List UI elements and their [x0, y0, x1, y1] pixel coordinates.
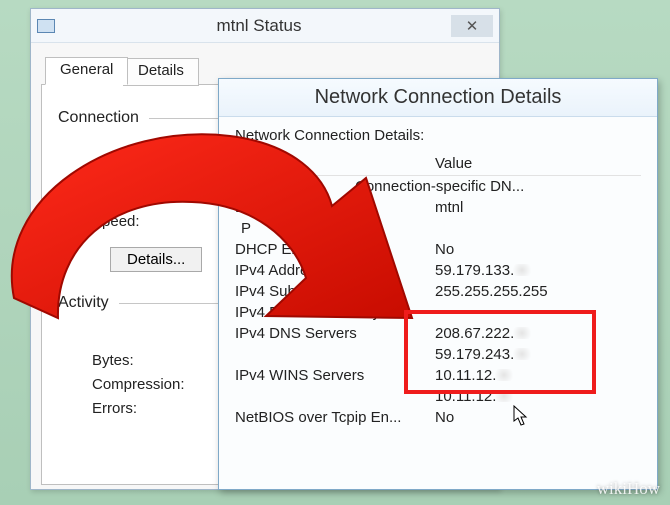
detail-row[interactable]: NetBIOS over Tcpip En... No [235, 407, 641, 428]
details-list-label: Network Connection Details: [235, 127, 641, 144]
redacted [511, 327, 533, 339]
detail-row[interactable]: Description mtnl [235, 197, 641, 218]
redacted [511, 264, 533, 276]
tab-details[interactable]: Details [123, 58, 199, 86]
redacted [511, 348, 533, 360]
watermark: wikiHow [597, 479, 660, 499]
detail-row[interactable]: DHCP Enabled No [235, 239, 641, 260]
detail-row[interactable]: IPv4 Address 59.179.133. [235, 260, 641, 281]
detail-row[interactable]: IPv4 Default Gateway [235, 302, 641, 323]
detail-row[interactable]: IPv4 Subnet Mask 255.255.255.255 [235, 281, 641, 302]
details-title[interactable]: Network Connection Details [219, 79, 657, 117]
tab-general[interactable]: General [45, 57, 128, 85]
detail-row[interactable]: 10.11.12. [235, 386, 641, 407]
system-icon [37, 19, 55, 33]
redacted [493, 369, 515, 381]
detail-row[interactable]: IPv4 WINS Servers 10.11.12. [235, 365, 641, 386]
detail-row[interactable]: Connection-specific DN... [235, 176, 641, 197]
header-property: Property [235, 155, 435, 172]
detail-row[interactable]: P [235, 218, 641, 239]
details-window: Network Connection Details Network Conne… [218, 78, 658, 490]
status-titlebar[interactable]: mtnl Status ✕ [31, 9, 499, 43]
status-title: mtnl Status [67, 16, 451, 36]
close-icon: ✕ [466, 17, 479, 35]
details-button[interactable]: Details... [110, 247, 202, 272]
redacted [493, 390, 515, 402]
details-column-headers: Property Value [235, 152, 641, 176]
activity-group-label: Activity [58, 294, 109, 312]
detail-row[interactable]: 59.179.243. [235, 344, 641, 365]
detail-row[interactable]: IPv4 DNS Servers 208.67.222. [235, 323, 641, 344]
header-value: Value [435, 155, 641, 172]
connection-group-label: Connection [58, 109, 139, 127]
close-button[interactable]: ✕ [451, 15, 493, 37]
